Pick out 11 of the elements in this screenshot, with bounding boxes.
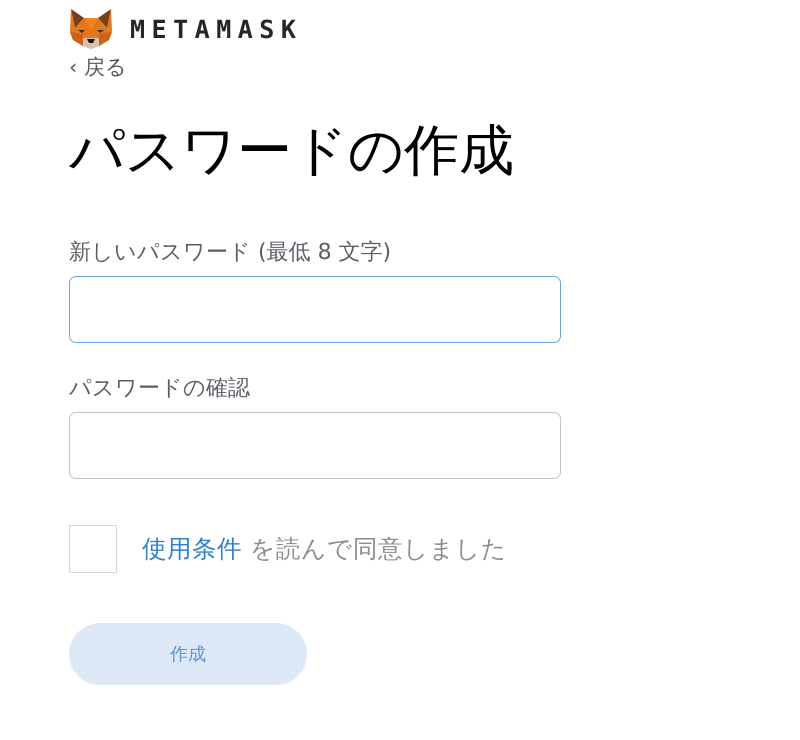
password-field[interactable] [69,412,561,479]
fox-logo-icon [69,8,113,50]
password-field[interactable] [69,276,561,343]
terms-agreement-text: 使用条件 を読んで同意しました [142,534,507,564]
back-link[interactable]: ‹ 戻る [69,55,128,80]
field-label: パスワードの確認 [69,376,251,402]
logo-wordmark: METAMASK [130,16,302,42]
terms-checkbox[interactable] [69,525,117,573]
terms-of-use-link[interactable]: 使用条件 [142,534,242,563]
field-label: 新しいパスワード (最低 8 文字) [69,240,392,266]
page-title: パスワードの作成 [69,118,514,182]
